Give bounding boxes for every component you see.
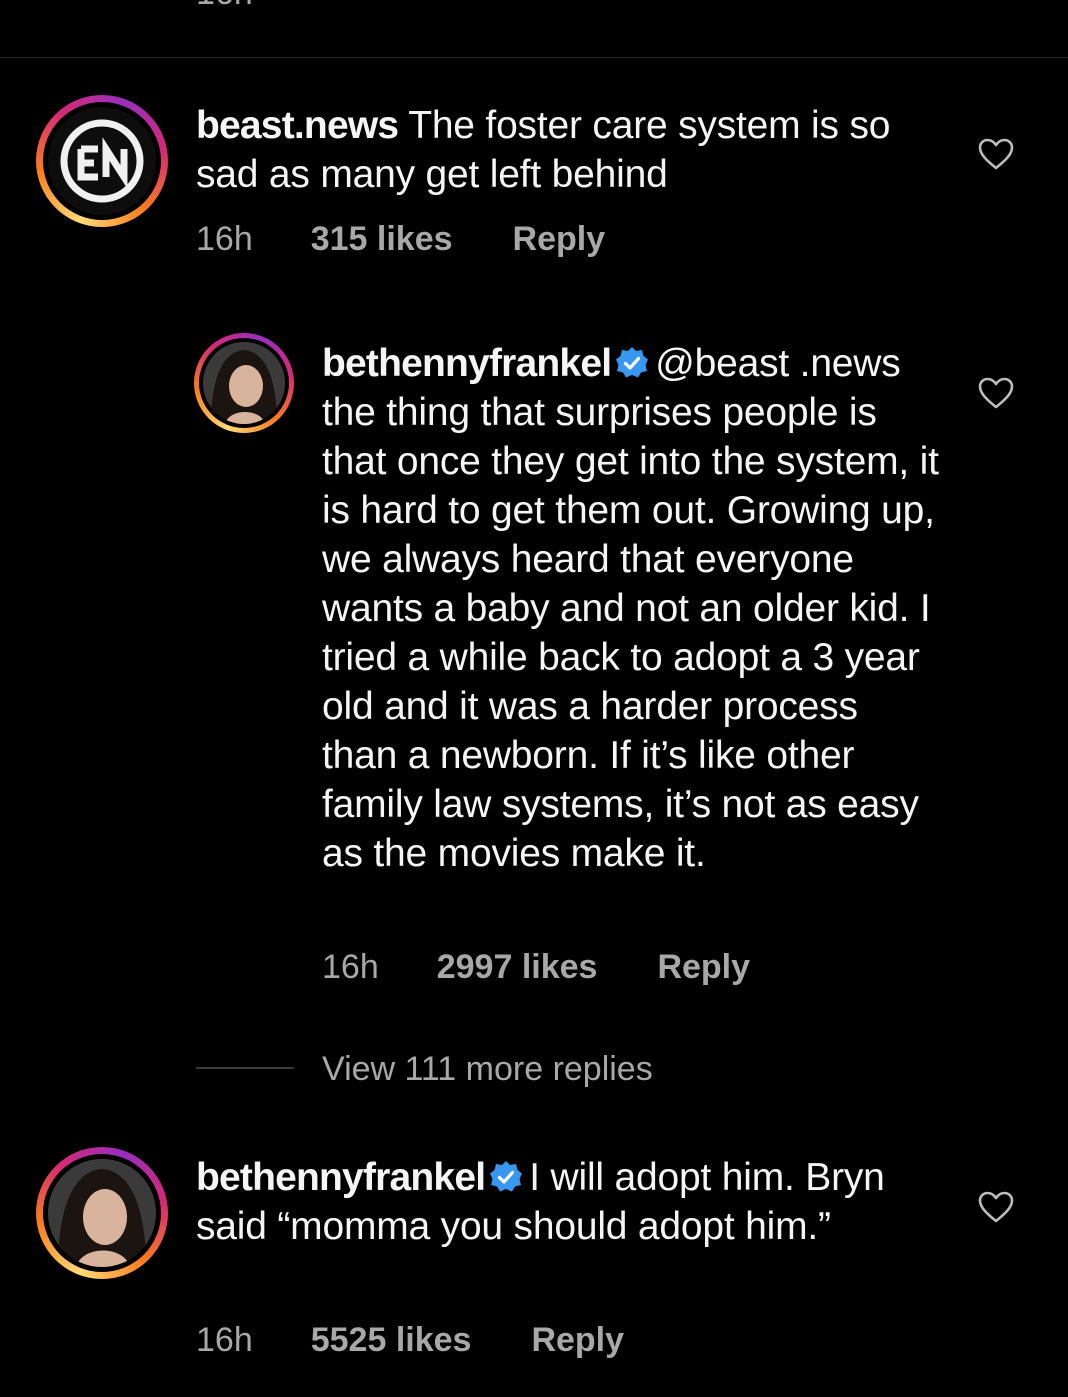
comment-meta: 16h 315 likes Reply bbox=[196, 220, 605, 259]
reply-button[interactable]: Reply bbox=[657, 948, 750, 986]
view-replies-line bbox=[196, 1067, 294, 1069]
verified-badge-icon bbox=[616, 347, 649, 378]
reply-button[interactable]: Reply bbox=[531, 1321, 624, 1359]
beast-news-logo bbox=[48, 107, 156, 215]
previous-comment-time: 16h bbox=[196, 0, 253, 13]
comment-time: 16h bbox=[196, 1321, 253, 1359]
profile-photo bbox=[48, 1159, 156, 1267]
username-link[interactable]: beast.news bbox=[196, 104, 399, 147]
divider bbox=[0, 57, 1068, 58]
heart-icon[interactable] bbox=[977, 1190, 1015, 1224]
verified-badge-icon bbox=[490, 1161, 523, 1192]
view-more-replies-button[interactable]: View 111 more replies bbox=[322, 1050, 653, 1089]
comment-meta: 16h 2997 likes Reply bbox=[322, 948, 750, 987]
username-link[interactable]: bethennyfrankel bbox=[196, 1156, 486, 1199]
comment-time: 16h bbox=[322, 948, 379, 986]
likes-count[interactable]: 315 likes bbox=[311, 220, 453, 258]
heart-icon[interactable] bbox=[977, 137, 1015, 171]
reply-button[interactable]: Reply bbox=[513, 220, 606, 258]
likes-count[interactable]: 5525 likes bbox=[311, 1321, 472, 1359]
comment-time: 16h bbox=[196, 220, 253, 258]
comment-meta: 16h 5525 likes Reply bbox=[196, 1321, 624, 1360]
username-link[interactable]: bethennyfrankel bbox=[322, 342, 612, 385]
comment-text: bethennyfrankel I will adopt him. Bryn sa… bbox=[196, 1153, 926, 1251]
likes-count[interactable]: 2997 likes bbox=[437, 948, 598, 986]
heart-icon[interactable] bbox=[977, 376, 1015, 410]
profile-photo bbox=[203, 342, 285, 424]
comment-text: beast.news The foster care system is so … bbox=[196, 101, 936, 199]
comment-body: @beast .news the thing that surprises pe… bbox=[322, 342, 939, 875]
comment-text: bethennyfrankel @beast .news the thing th… bbox=[322, 339, 942, 878]
